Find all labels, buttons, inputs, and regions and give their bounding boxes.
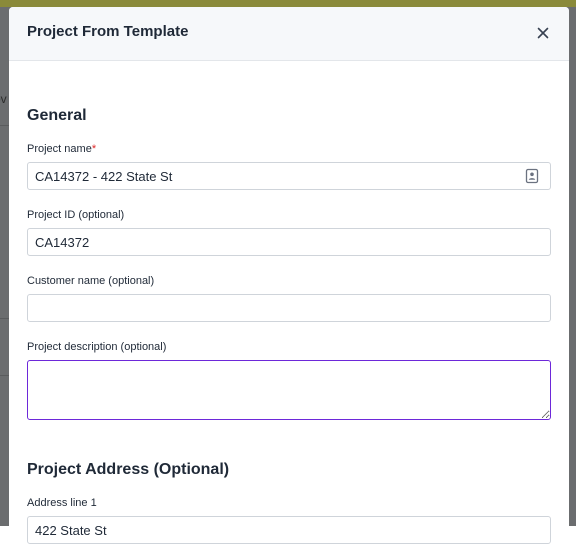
customer-name-label: Customer name (optional) [27,275,155,287]
project-from-template-dialog: Project From Template General Project na… [9,7,569,547]
backdrop-partial-text: ov [0,92,7,106]
backdrop-divider [0,125,9,126]
contact-card-icon[interactable] [525,168,539,184]
backdrop-divider [0,375,9,376]
address-line-1-label: Address line 1 [27,497,97,509]
address-line-1-input[interactable] [27,516,551,544]
close-icon [537,27,549,39]
project-name-label: Project name* [27,143,96,155]
backdrop-divider [0,318,9,319]
section-heading-project-address: Project Address (Optional) [27,461,230,478]
required-marker: * [91,143,97,155]
project-name-input[interactable] [27,162,551,190]
section-heading-general: General [27,107,87,124]
project-description-textarea[interactable] [27,360,551,420]
close-button[interactable] [531,21,555,45]
project-id-input[interactable] [27,228,551,256]
project-name-label-text: Project name [27,143,92,155]
project-description-label: Project description (optional) [27,341,167,353]
dialog-header: Project From Template [9,7,569,61]
project-id-label: Project ID (optional) [27,209,125,221]
dialog-title: Project From Template [27,23,189,40]
backdrop-top-bar [0,0,576,7]
customer-name-input[interactable] [27,294,551,322]
